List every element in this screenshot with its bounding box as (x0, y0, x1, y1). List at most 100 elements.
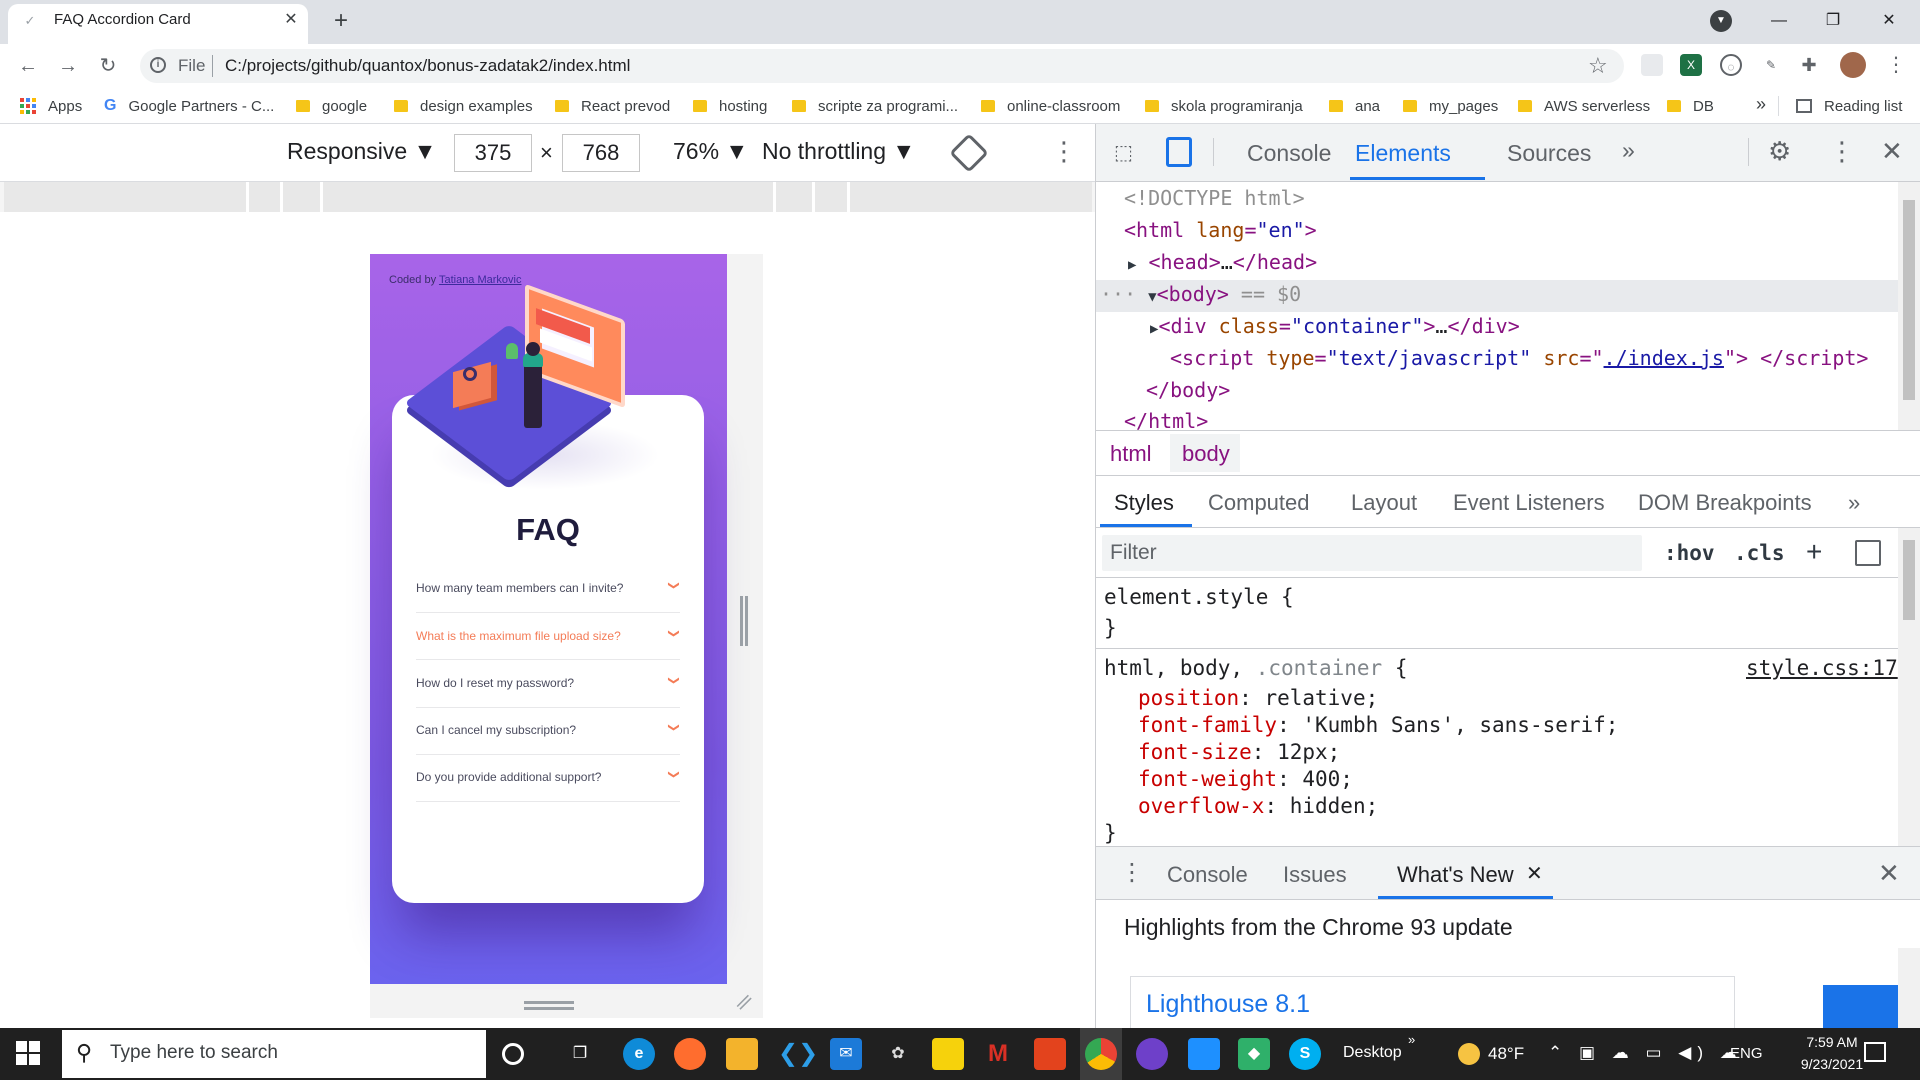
viewport-resize-handle-right[interactable] (740, 596, 748, 646)
elements-scrollbar-thumb[interactable] (1903, 200, 1915, 400)
more-tabs-icon[interactable]: » (1622, 137, 1635, 164)
css-property[interactable]: font-size (1138, 740, 1252, 764)
back-icon[interactable]: ← (14, 52, 42, 80)
tab-sources[interactable]: Sources (1507, 140, 1591, 167)
bookmark-hosting[interactable]: hosting (693, 96, 767, 116)
viewport-resize-handle-bottom[interactable] (524, 1001, 574, 1010)
tab-console[interactable]: Console (1247, 140, 1331, 167)
tree-body-node[interactable]: ··· ▼<body> == $0 (1100, 282, 1301, 306)
bookmark-scripte[interactable]: scripte za programi... (792, 96, 958, 116)
devtools-menu-icon[interactable]: ⋮ (1829, 136, 1855, 167)
css-value[interactable]: hidden; (1290, 794, 1379, 818)
breadcrumb-body[interactable]: body (1182, 441, 1230, 467)
reading-list[interactable]: Reading list (1796, 96, 1902, 116)
weather-temperature[interactable]: 48°F (1488, 1044, 1524, 1064)
bookmark-aws[interactable]: AWS serverless (1518, 96, 1650, 116)
drawer-scrollbar[interactable] (1898, 948, 1920, 1028)
office-icon[interactable] (1034, 1038, 1066, 1070)
rule-selector[interactable]: html, body, .container { (1104, 656, 1407, 680)
hover-state-toggle[interactable]: :hov (1664, 541, 1715, 565)
desktop-toolbar-more-icon[interactable]: » (1408, 1032, 1415, 1047)
paint-icon[interactable]: ✿ (882, 1038, 914, 1070)
url-text[interactable]: C:/projects/github/quantox/bonus-zadatak… (225, 56, 630, 76)
chrome-icon[interactable] (1085, 1038, 1117, 1070)
stylesheet-source-link[interactable]: style.css:17 (1746, 656, 1898, 680)
edge-icon[interactable]: e (623, 1038, 655, 1070)
css-property[interactable]: font-family (1138, 713, 1277, 737)
browser-menu-icon[interactable]: ⋮ (1886, 52, 1906, 77)
extension-blank-icon[interactable] (1641, 54, 1663, 76)
new-rule-icon[interactable]: + (1806, 536, 1822, 568)
drawer-tab-issues[interactable]: Issues (1283, 862, 1347, 888)
css-declaration[interactable]: font-family: 'Kumbh Sans', sans-serif; (1138, 713, 1618, 737)
windows-start-icon[interactable] (16, 1041, 40, 1065)
desktop-toolbar-label[interactable]: Desktop (1343, 1044, 1402, 1062)
attribution-link[interactable]: Tatiana Markovic (439, 274, 522, 286)
extensions-puzzle-icon[interactable]: ✚ (1798, 54, 1820, 76)
class-toggle[interactable]: .cls (1734, 541, 1785, 565)
close-window-button[interactable]: ✕ (1866, 6, 1912, 36)
profile-avatar[interactable] (1840, 52, 1866, 78)
tree-div-node[interactable]: ▶<div class="container">…</div> (1150, 314, 1520, 338)
collapse-triangle-icon[interactable]: ▼ (1148, 289, 1156, 305)
styles-scrollbar-thumb[interactable] (1903, 540, 1915, 620)
bookmark-star-icon[interactable]: ☆ (1588, 53, 1608, 79)
bookmark-google-partners[interactable]: G Google Partners - C... (104, 96, 274, 116)
tree-script-node[interactable]: <script type="text/javascript" src="./in… (1170, 346, 1868, 370)
css-property[interactable]: overflow-x (1138, 794, 1264, 818)
css-declaration[interactable]: overflow-x: hidden; (1138, 794, 1378, 818)
drawer-close-icon[interactable]: ✕ (1878, 858, 1900, 889)
maximize-button[interactable]: ❐ (1810, 6, 1856, 36)
new-tab-button[interactable]: + (326, 6, 356, 36)
device-toggle-icon[interactable] (1166, 137, 1192, 167)
tab-styles[interactable]: Styles (1114, 490, 1174, 516)
bookmark-apps[interactable]: Apps (20, 96, 82, 116)
chevron-down-icon[interactable]: ❯ (668, 722, 681, 734)
styles-more-tabs-icon[interactable]: » (1848, 490, 1860, 516)
bookmarks-overflow-icon[interactable]: » (1756, 94, 1766, 115)
css-value[interactable]: 12px; (1277, 740, 1340, 764)
tab-search-icon[interactable]: ▼ (1710, 10, 1732, 32)
css-value[interactable]: relative; (1264, 686, 1378, 710)
chevron-down-icon[interactable]: ❯ (668, 769, 681, 781)
faq-question-active[interactable]: What is the maximum file upload size? (416, 629, 681, 643)
weather-icon[interactable] (1458, 1043, 1480, 1065)
tree-doctype[interactable]: <!DOCTYPE html> (1124, 186, 1305, 210)
css-declaration[interactable]: font-weight: 400; (1138, 767, 1353, 791)
device-mode-select[interactable]: Responsive ▼ (287, 138, 436, 165)
whats-new-card-title[interactable]: Lighthouse 8.1 (1146, 990, 1310, 1019)
tree-head-node[interactable]: ▶ <head>…</head> (1128, 250, 1317, 274)
info-icon[interactable]: i (150, 57, 166, 73)
tree-body-close[interactable]: </body> (1146, 378, 1230, 402)
node-menu-dots[interactable]: ··· (1100, 282, 1136, 306)
tab-close-icon[interactable]: ✕ (280, 9, 302, 31)
inspect-element-icon[interactable]: ⬚ (1114, 140, 1140, 166)
devtools-close-icon[interactable]: ✕ (1881, 136, 1903, 167)
chevron-down-icon[interactable]: ❯ (668, 628, 681, 640)
css-declaration[interactable]: position: relative; (1138, 686, 1378, 710)
css-property[interactable]: position (1138, 686, 1239, 710)
tab-dom-breakpoints[interactable]: DOM Breakpoints (1638, 490, 1812, 516)
faq-question[interactable]: Can I cancel my subscription? (416, 723, 681, 737)
script-src-link[interactable]: ./index.js (1604, 346, 1724, 370)
vscode-icon[interactable]: ❮❯ (778, 1038, 818, 1070)
reload-icon[interactable]: ↻ (94, 52, 122, 80)
mail-icon[interactable]: ✉ (830, 1038, 862, 1070)
cortana-icon[interactable] (502, 1043, 524, 1065)
bookmark-design-examples[interactable]: design examples (394, 96, 533, 116)
bookmark-my-pages[interactable]: my_pages (1403, 96, 1498, 116)
extension-excel-icon[interactable]: X (1680, 54, 1702, 76)
skype-icon[interactable]: S (1289, 1038, 1321, 1070)
bookmark-ana[interactable]: ana (1329, 96, 1380, 116)
gmail-icon[interactable]: M (982, 1038, 1014, 1070)
settings-gear-icon[interactable]: ⚙ (1768, 136, 1791, 167)
drawer-menu-icon[interactable]: ⋮ (1120, 858, 1144, 887)
expand-triangle-icon[interactable]: ▶ (1128, 257, 1136, 273)
file-explorer-icon[interactable] (726, 1038, 758, 1070)
chevron-down-icon[interactable]: ❯ (668, 580, 681, 592)
bookmark-online-classroom[interactable]: online-classroom (981, 96, 1120, 116)
throttling-select[interactable]: No throttling ▼ (762, 138, 915, 165)
sourcetree-icon[interactable]: ◆ (1238, 1038, 1270, 1070)
tab-event-listeners[interactable]: Event Listeners (1453, 490, 1605, 516)
system-tray-icons[interactable]: ⌃ ▣ ☁ ▭ ◀) ☁ (1548, 1043, 1743, 1063)
